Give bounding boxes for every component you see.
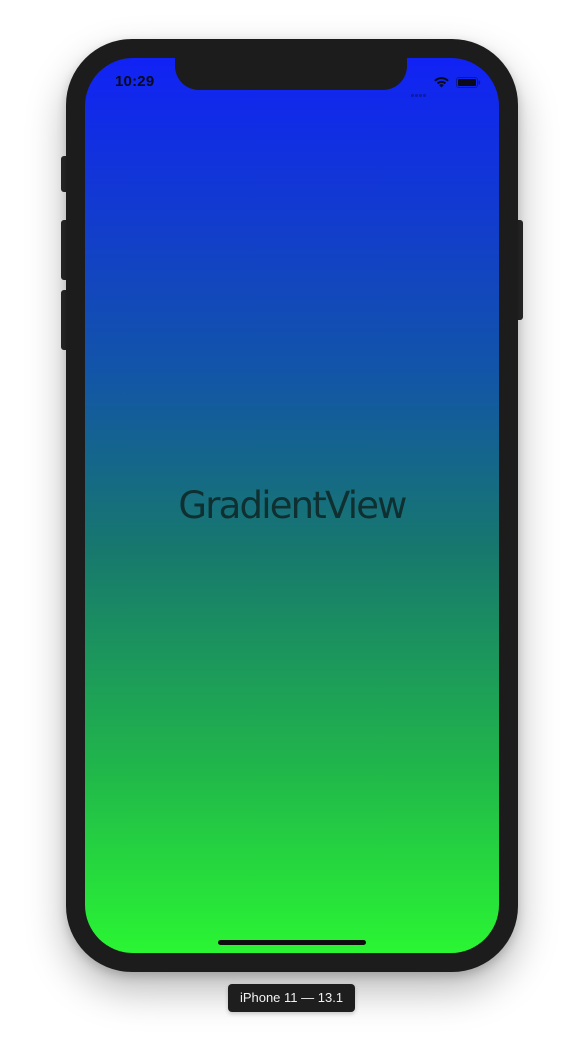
status-bar-time: 10:29 [115,73,155,90]
app-screen[interactable]: 10:29 GradientView [85,58,499,953]
gradient-view-title: GradientView [178,484,407,527]
battery-icon [456,77,481,88]
notch [175,58,407,90]
home-indicator[interactable] [218,940,366,945]
cellular-signal-icon [411,84,429,97]
wifi-icon [434,77,449,88]
device-label: iPhone 11 — 13.1 [228,984,355,1012]
simulator-window: 10:29 GradientView iPhone 11 — 13.1 [0,0,584,1048]
device-frame: 10:29 GradientView [66,39,518,972]
